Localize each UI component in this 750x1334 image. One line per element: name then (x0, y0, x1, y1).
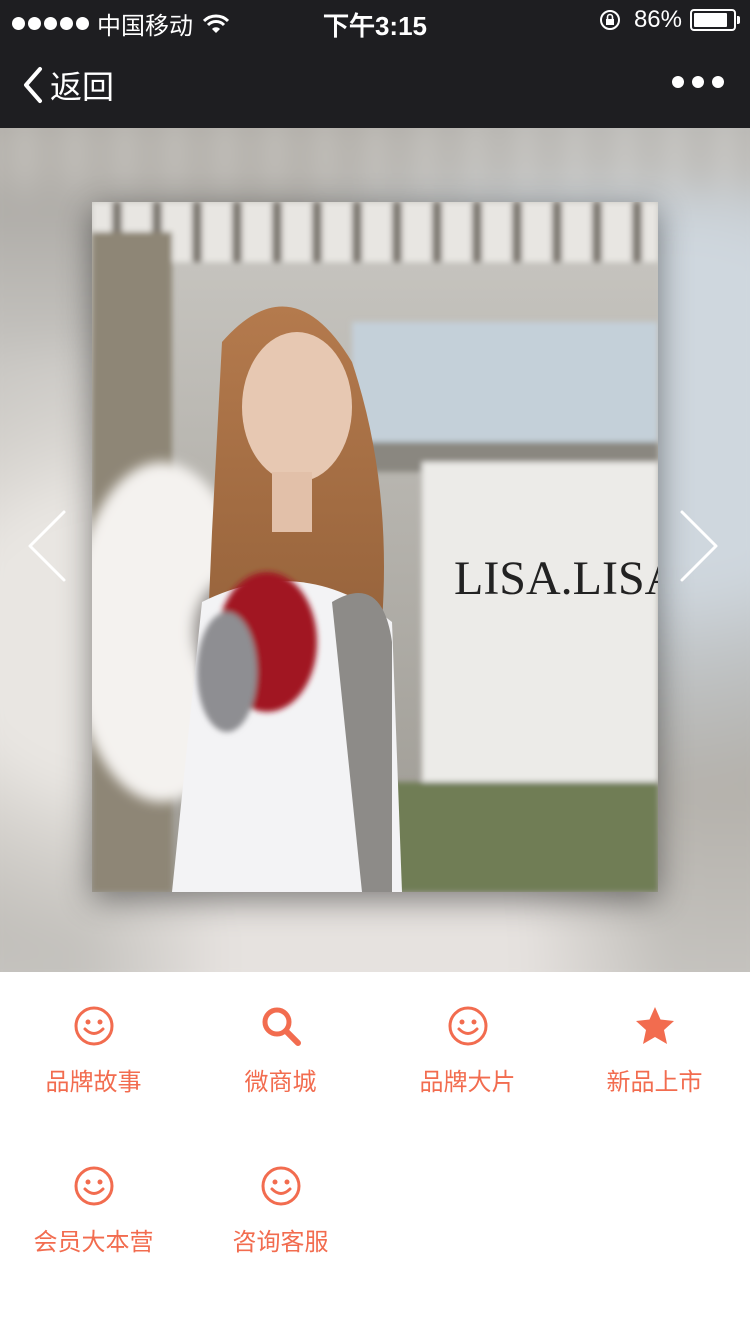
top-bar: 中国移动 下午3:15 86% 返回 (0, 0, 750, 128)
smile-icon (74, 1006, 113, 1046)
nav-bar: 返回 (0, 40, 750, 128)
menu-item-label: 品牌故事 (45, 1068, 142, 1096)
smile-icon (74, 1166, 113, 1206)
back-button[interactable]: 返回 (20, 62, 114, 108)
menu-item-member-camp[interactable]: 会员大本营 (0, 1164, 187, 1284)
menu-item-customer-service[interactable]: 咨询客服 (187, 1164, 374, 1284)
chevron-left-icon (24, 67, 42, 103)
menu-item-label: 咨询客服 (232, 1228, 329, 1256)
smile-icon (261, 1166, 300, 1206)
menu-item-label: 新品上市 (606, 1068, 703, 1096)
hero-carousel: LISA.LISA (0, 128, 750, 972)
rotation-lock-icon (599, 10, 620, 30)
battery-percent: 86% (633, 6, 682, 33)
brand-logo-text: LISA.LISA (454, 552, 658, 605)
menu-item-new-arrivals[interactable]: 新品上市 (561, 1004, 748, 1124)
smile-icon (448, 1006, 487, 1046)
search-icon (262, 1007, 301, 1046)
menu-item-brand-story[interactable]: 品牌故事 (0, 1004, 187, 1124)
menu-item-micro-mall[interactable]: 微商城 (187, 1004, 374, 1124)
more-dots-icon[interactable] (672, 76, 724, 88)
back-label: 返回 (50, 68, 115, 106)
star-icon (635, 1007, 674, 1044)
menu-item-label: 会员大本营 (33, 1228, 154, 1256)
menu-item-brand-film[interactable]: 品牌大片 (374, 1004, 561, 1124)
carousel-next-button[interactable] (676, 506, 724, 586)
brand-photo[interactable]: LISA.LISA (92, 202, 658, 892)
menu-item-label: 微商城 (244, 1068, 317, 1096)
status-bar: 中国移动 下午3:15 86% (0, 0, 750, 41)
brand-photo-image: LISA.LISA (92, 202, 658, 892)
menu-item-label: 品牌大片 (419, 1068, 516, 1096)
battery-icon (690, 9, 740, 31)
carousel-prev-button[interactable] (22, 506, 70, 586)
